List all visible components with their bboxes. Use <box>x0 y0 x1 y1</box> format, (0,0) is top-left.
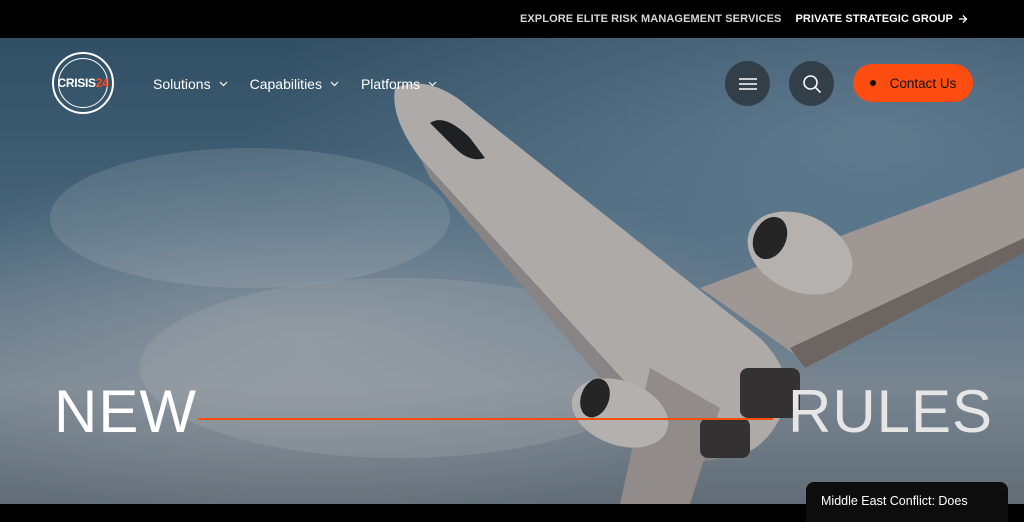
utility-bar: EXPLORE ELITE RISK MANAGEMENT SERVICES P… <box>0 0 1024 38</box>
headline-word-rules: RULES <box>788 378 994 445</box>
elite-risk-link[interactable]: EXPLORE ELITE RISK MANAGEMENT SERVICES <box>520 13 782 25</box>
arrow-right-icon <box>959 15 968 23</box>
main-nav: Solutions Capabilities Platforms <box>153 76 437 92</box>
contact-us-label: Contact Us <box>889 75 957 91</box>
chevron-down-icon <box>330 81 339 87</box>
private-strategic-group-link[interactable]: PRIVATE STRATEGIC GROUP <box>795 13 968 25</box>
hamburger-icon <box>738 77 757 90</box>
search-button[interactable] <box>789 61 834 106</box>
logo-number: 24 <box>95 76 109 90</box>
headline-word-new: NEW <box>54 378 197 445</box>
nav-solutions[interactable]: Solutions <box>153 76 228 92</box>
logo-wordmark: CRISIS24 <box>58 76 109 90</box>
dot-icon <box>869 80 876 86</box>
chevron-down-icon <box>428 81 437 87</box>
nav-capabilities-label: Capabilities <box>249 76 322 92</box>
nav-capabilities[interactable]: Capabilities <box>250 76 339 92</box>
contact-us-button[interactable]: Contact Us <box>853 64 973 102</box>
chevron-down-icon <box>219 81 228 87</box>
search-icon <box>802 74 821 93</box>
news-teaser-text: Middle East Conflict: Does <box>821 494 968 508</box>
nav-platforms-label: Platforms <box>360 76 421 92</box>
logo-text: CRISIS <box>57 76 97 90</box>
nav-platforms[interactable]: Platforms <box>361 76 437 92</box>
private-strategic-group-label: PRIVATE STRATEGIC GROUP <box>795 13 953 25</box>
crisis24-logo[interactable]: CRISIS24 <box>52 52 114 114</box>
nav-solutions-label: Solutions <box>153 76 211 92</box>
headline-divider-line <box>198 418 773 420</box>
menu-button[interactable] <box>725 61 770 106</box>
news-teaser-card[interactable]: Middle East Conflict: Does <box>806 482 1008 522</box>
